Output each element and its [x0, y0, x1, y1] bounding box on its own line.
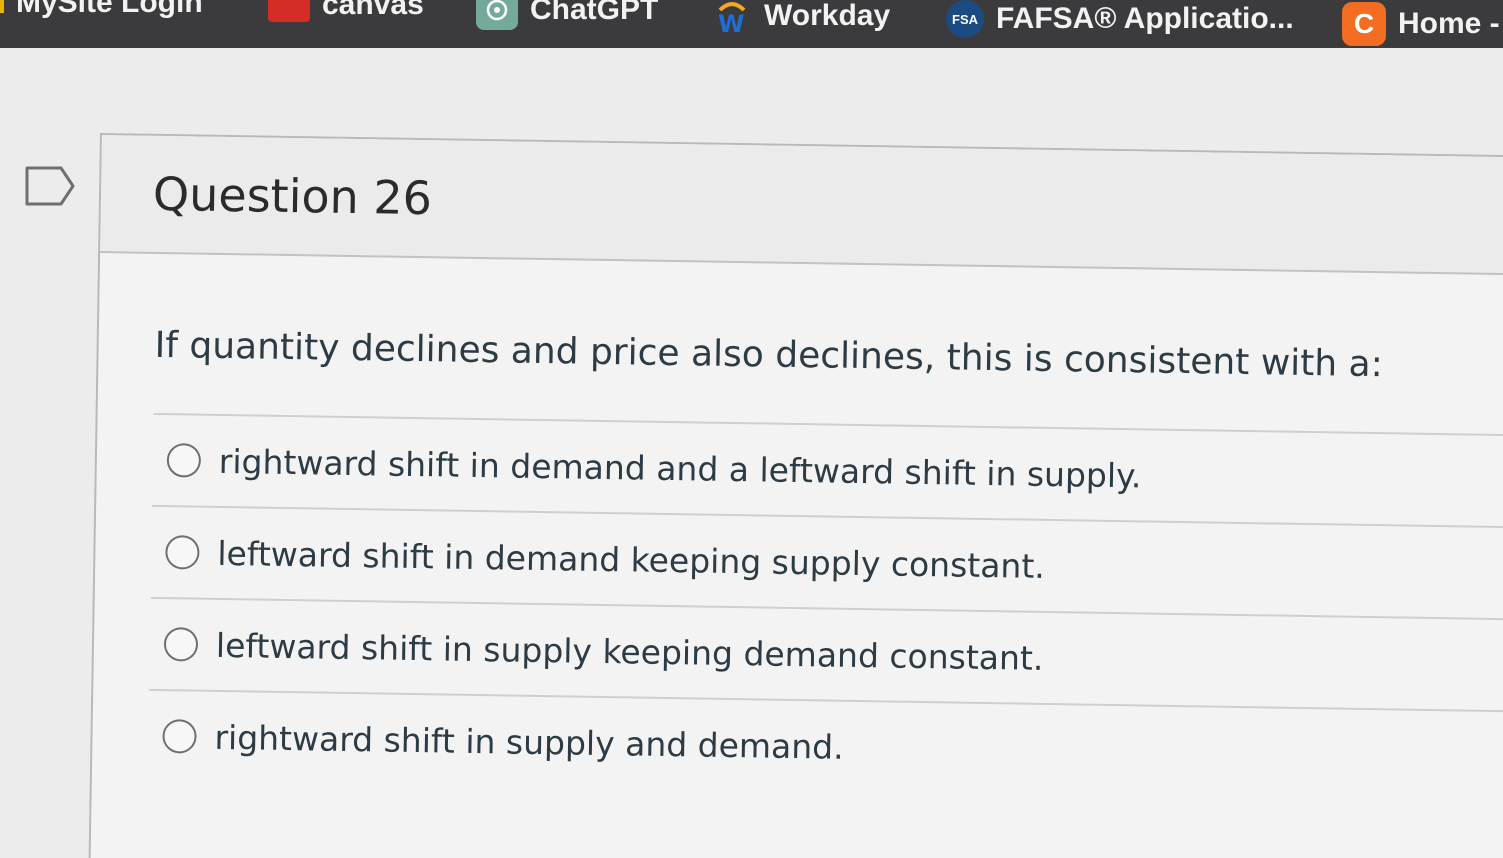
bookmark-label: Home -: [1398, 7, 1500, 40]
answer-text: leftward shift in demand keeping supply …: [217, 533, 1046, 586]
radio-button[interactable]: [166, 443, 202, 478]
bookmark-workday[interactable]: W Workday: [712, 0, 890, 36]
flag-question-icon[interactable]: [25, 166, 75, 206]
bookmark-canvas[interactable]: canvas: [268, 0, 424, 22]
bookmark-fafsa[interactable]: FSA FAFSA® Applicatio...: [946, 0, 1294, 38]
question-header: Question 26: [100, 135, 1503, 276]
question-body: If quantity declines and price also decl…: [92, 253, 1503, 803]
bookmark-label: MySite Login: [16, 0, 203, 19]
chatgpt-icon: [476, 0, 518, 30]
bookmark-label: FAFSA® Applicatio...: [996, 2, 1294, 35]
radio-button[interactable]: [162, 719, 197, 754]
bookmark-label: canvas: [322, 0, 424, 21]
bookmark-chatgpt[interactable]: ChatGPT: [476, 0, 658, 30]
answer-list: rightward shift in demand and a leftward…: [147, 413, 1503, 803]
fsa-icon: FSA: [946, 0, 984, 38]
bookmark-home[interactable]: C Home -: [1342, 2, 1500, 46]
bookmark-label: Workday: [764, 0, 891, 32]
question-card: Question 26 If quantity declines and pri…: [88, 133, 1503, 858]
answer-text: leftward shift in supply keeping demand …: [215, 625, 1044, 678]
svg-text:W: W: [718, 10, 744, 36]
bookmark-mysite-login[interactable]: MySite Login: [0, 0, 203, 20]
radio-button[interactable]: [163, 627, 199, 662]
canvas-icon: [268, 0, 310, 22]
answer-text: rightward shift in demand and a leftward…: [218, 441, 1142, 496]
radio-button[interactable]: [165, 535, 200, 570]
mysite-icon: [0, 0, 4, 13]
question-title: Question 26: [152, 166, 433, 226]
answer-text: rightward shift in supply and demand.: [214, 717, 844, 767]
c-icon: C: [1342, 2, 1386, 46]
quiz-page: Question 26 If quantity declines and pri…: [0, 48, 1503, 858]
workday-icon: W: [712, 0, 752, 36]
question-text: If quantity declines and price also decl…: [154, 324, 1384, 386]
bookmark-label: ChatGPT: [530, 0, 659, 26]
